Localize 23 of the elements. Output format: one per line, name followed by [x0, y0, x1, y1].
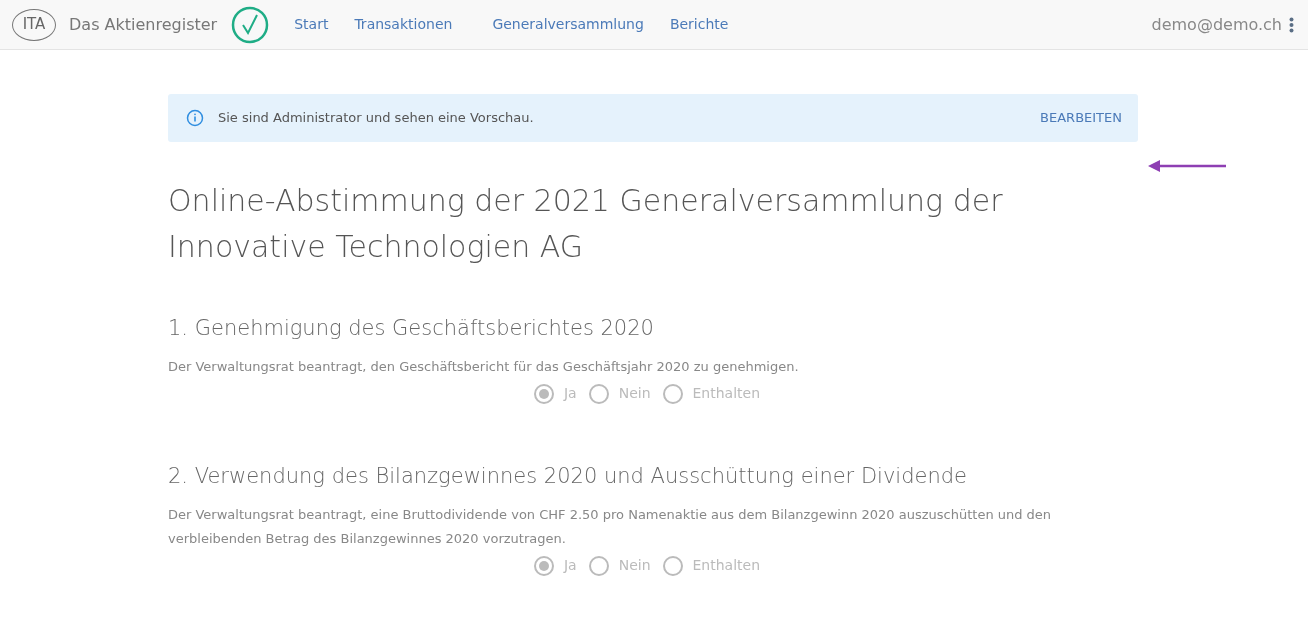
option-label: Nein: [618, 556, 651, 576]
option-label: Ja: [563, 384, 577, 404]
option-label: Enthalten: [692, 556, 761, 576]
question-heading: 1. Genehmigung des Geschäftsberichtes 2020: [168, 316, 655, 342]
option-label: Nein: [618, 384, 651, 404]
option-label: Ja: [563, 556, 577, 576]
arrow-icon: [1148, 159, 1228, 173]
page-title: Online-Abstimmung der 2021 Generalversammlung der Innovative Technologien AG: [168, 182, 1004, 266]
info-icon: [186, 109, 204, 127]
question-text: Der Verwaltungsrat beantragt, eine Bruttodividende von CHF 2.50 pro Namenaktie aus dem Bilanzgewinn 2020 auszuschütten und den verbleibenden Betrag des Bilanzgewinnes 2020 vorzutragen.: [168, 506, 1053, 549]
question-heading: 2. Verwendung des Bilanzgewinnes 2020 und Ausschüttung einer Dividende: [168, 464, 968, 490]
brand-name: Das Aktienregister: [69, 13, 218, 36]
option-label: Enthalten: [692, 384, 761, 404]
nav-link[interactable]: Berichte: [669, 14, 729, 35]
alert-message: Sie sind Administrator und sehen eine Vorschau.: [218, 109, 534, 128]
nav-link[interactable]: Transaktionen: [354, 14, 453, 35]
edit-link[interactable]: BEARBEITEN: [1040, 108, 1122, 128]
nav-link[interactable]: Start: [294, 14, 329, 35]
checkmark-logo-icon: [231, 5, 270, 44]
nav-link[interactable]: Generalversammlung: [492, 14, 644, 35]
user-email[interactable]: demo@demo.ch: [1151, 12, 1282, 37]
question-text: Der Verwaltungsrat beantragt, den Geschäftsbericht für das Geschäftsjahr 2020 zu genehmigen.: [168, 358, 800, 377]
more-icon[interactable]: [1289, 16, 1294, 33]
